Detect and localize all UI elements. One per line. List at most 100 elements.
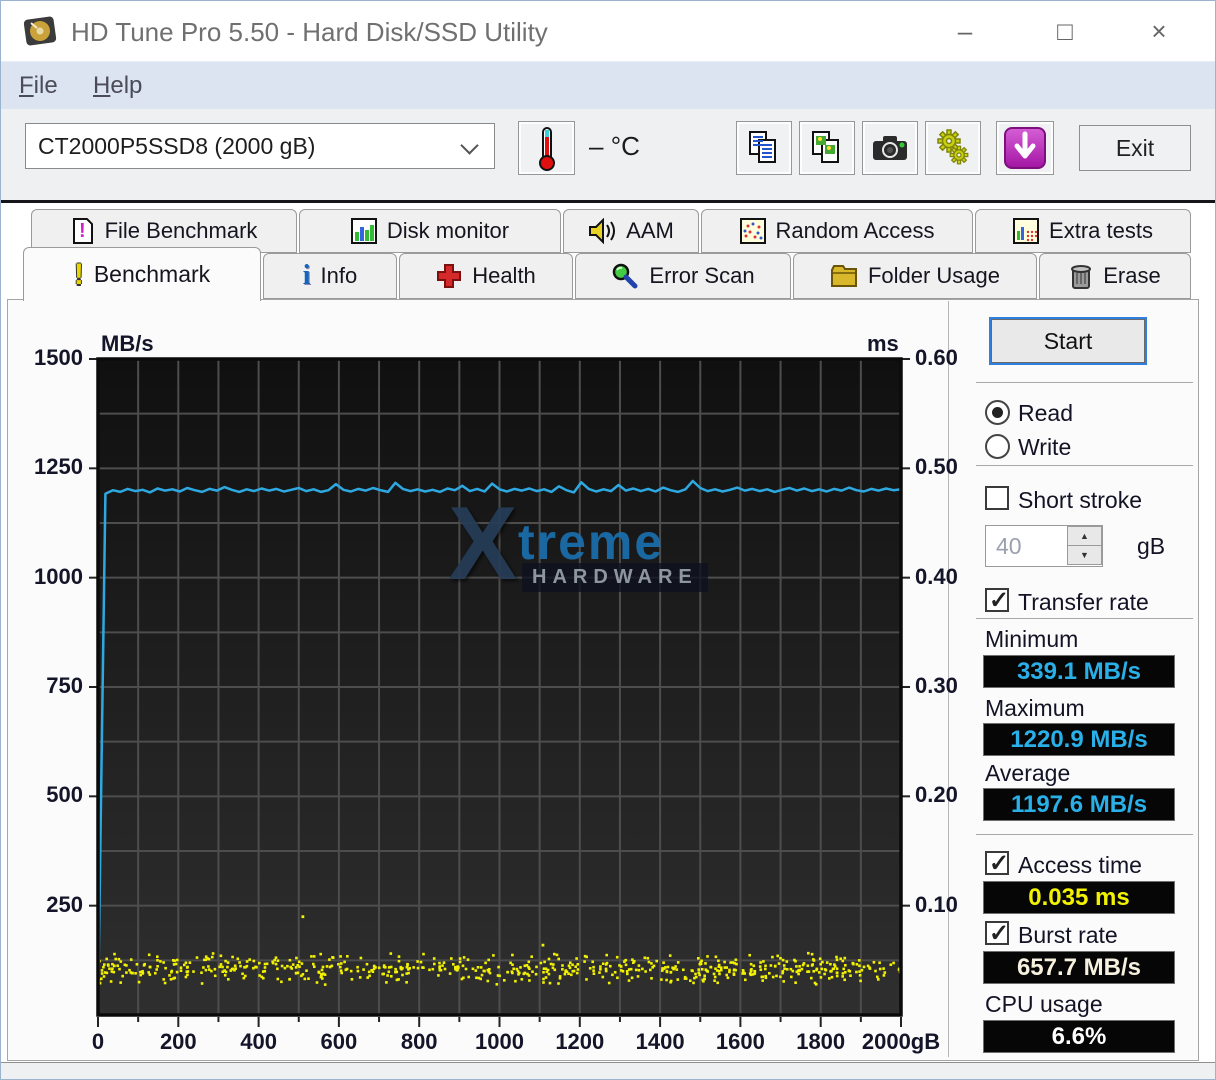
- maximize-button[interactable]: □: [1041, 11, 1089, 51]
- access-time-label: Access time: [1018, 852, 1142, 878]
- cpu-usage-label: CPU usage: [985, 991, 1103, 1017]
- gears-icon: [937, 129, 969, 165]
- screenshot-button[interactable]: [862, 121, 918, 175]
- right-axis-tick-label: 0.50: [915, 454, 958, 480]
- y-axis-tick-label: 1500: [34, 345, 83, 370]
- speaker-icon: [589, 218, 616, 244]
- y-axis-tick-label: 1250: [34, 454, 83, 480]
- close-button[interactable]: ×: [1135, 11, 1183, 51]
- y-axis-tick-label: 500: [46, 782, 83, 808]
- tab-benchmark[interactable]: ! Benchmark: [23, 247, 261, 301]
- spinner-down-button[interactable]: ▼: [1067, 545, 1102, 565]
- start-button[interactable]: Start: [989, 317, 1147, 365]
- average-label: Average: [985, 760, 1071, 786]
- cpu-usage-value: 6.6%: [983, 1020, 1175, 1053]
- right-axis-tick-label: 0.30: [915, 673, 958, 698]
- burst-rate-value: 657.7 MB/s: [983, 951, 1175, 984]
- maximum-label: Maximum: [985, 695, 1085, 721]
- drive-select[interactable]: CT2000P5SSD8 (2000 gB): [25, 123, 495, 169]
- tab-aam[interactable]: AAM: [563, 209, 699, 253]
- tab-label: Info: [320, 263, 358, 288]
- burst-rate-checkbox[interactable]: [985, 919, 1009, 948]
- download-arrow-icon: [1004, 127, 1046, 169]
- tab-error-scan[interactable]: Error Scan: [575, 253, 791, 299]
- toolbar: CT2000P5SSD8 (2000 gB) – °C Exit: [1, 109, 1215, 203]
- right-axis-tick-label: 0.10: [915, 891, 958, 917]
- status-strip: [1, 1062, 1215, 1079]
- copy-image-icon: [812, 131, 839, 163]
- random-access-icon: [739, 218, 766, 244]
- short-stroke-value: 40: [996, 532, 1022, 559]
- menu-file[interactable]: File: [9, 70, 68, 102]
- copy-image-button[interactable]: [799, 121, 855, 175]
- tab-label: Health: [472, 263, 536, 288]
- camera-icon: [873, 136, 907, 160]
- tab-label: File Benchmark: [104, 218, 258, 243]
- separator: [976, 382, 1193, 383]
- app-window: HD Tune Pro 5.50 - Hard Disk/SSD Utility…: [0, 0, 1216, 1080]
- right-axis-tick-label: 0.60: [915, 345, 958, 370]
- temperature-button[interactable]: [518, 121, 575, 175]
- tab-health[interactable]: Health: [399, 253, 573, 299]
- tab-label: Extra tests: [1049, 218, 1153, 243]
- separator: [976, 465, 1193, 466]
- transfer-rate-checkbox[interactable]: [985, 586, 1009, 615]
- tab-label: Random Access: [775, 218, 935, 243]
- write-label: Write: [1018, 434, 1072, 460]
- short-stroke-checkbox[interactable]: [985, 486, 1009, 510]
- options-button[interactable]: [925, 121, 981, 175]
- tab-erase[interactable]: Erase: [1039, 253, 1191, 299]
- read-radio[interactable]: [985, 400, 1010, 425]
- minimum-label: Minimum: [985, 626, 1079, 652]
- benchmark-chart: [88, 349, 911, 1042]
- file-benchmark-icon: !: [72, 218, 93, 244]
- right-axis-tick-label: 0.20: [915, 782, 958, 808]
- title-bar: HD Tune Pro 5.50 - Hard Disk/SSD Utility…: [1, 1, 1215, 61]
- benchmark-icon: !: [73, 257, 84, 291]
- tab-disk-monitor[interactable]: Disk monitor: [299, 209, 561, 253]
- minimize-button[interactable]: –: [941, 11, 989, 51]
- x-axis-tick-label: 2000gB: [861, 1029, 941, 1054]
- tab-label: Disk monitor: [386, 218, 510, 243]
- info-icon: i: [302, 260, 311, 291]
- temperature-readout: – °C: [589, 131, 640, 161]
- exit-button[interactable]: Exit: [1079, 125, 1191, 171]
- save-results-button[interactable]: [996, 121, 1054, 175]
- health-cross-icon: [437, 264, 462, 288]
- menu-help[interactable]: Help: [83, 70, 152, 102]
- access-time-value: 0.035 ms: [983, 881, 1175, 914]
- transfer-rate-label: Transfer rate: [1018, 589, 1149, 615]
- average-value: 1197.6 MB/s: [983, 788, 1175, 821]
- tab-folder-usage[interactable]: Folder Usage: [793, 253, 1037, 299]
- tab-extra-tests[interactable]: Extra tests: [975, 209, 1191, 253]
- y-axis-tick-label: 250: [46, 891, 83, 917]
- copy-text-button[interactable]: [736, 121, 792, 175]
- right-axis-tick-label: 0.40: [915, 563, 958, 589]
- tab-label: Folder Usage: [867, 263, 1001, 288]
- svg-text:!: !: [79, 220, 86, 242]
- trash-icon: [1071, 265, 1092, 289]
- tab-label: Erase: [1103, 263, 1161, 288]
- window-title: HD Tune Pro 5.50 - Hard Disk/SSD Utility: [71, 17, 548, 47]
- tab-label: Error Scan: [649, 263, 755, 288]
- y-axis-tick-label: 750: [46, 673, 83, 698]
- copy-text-icon: [749, 131, 776, 163]
- magnifier-icon: [613, 263, 638, 289]
- folder-icon: [830, 265, 857, 287]
- tab-info[interactable]: i Info: [263, 253, 397, 299]
- read-label: Read: [1018, 400, 1073, 426]
- short-stroke-label: Short stroke: [1018, 487, 1142, 513]
- access-time-checkbox[interactable]: [985, 849, 1009, 878]
- drive-select-value: CT2000P5SSD8 (2000 gB): [38, 132, 316, 159]
- burst-rate-label: Burst rate: [1018, 922, 1118, 948]
- maximum-value: 1220.9 MB/s: [983, 723, 1175, 756]
- write-radio[interactable]: [985, 434, 1010, 459]
- tab-label: Benchmark: [93, 261, 211, 287]
- extra-tests-icon: [1013, 218, 1040, 244]
- minimum-value: 339.1 MB/s: [983, 655, 1175, 688]
- tab-random-access[interactable]: Random Access: [701, 209, 973, 253]
- disk-monitor-icon: [350, 218, 377, 244]
- thermometer-icon: [538, 127, 555, 171]
- spinner-up-button[interactable]: ▲: [1067, 526, 1102, 546]
- chevron-down-icon: [460, 136, 479, 155]
